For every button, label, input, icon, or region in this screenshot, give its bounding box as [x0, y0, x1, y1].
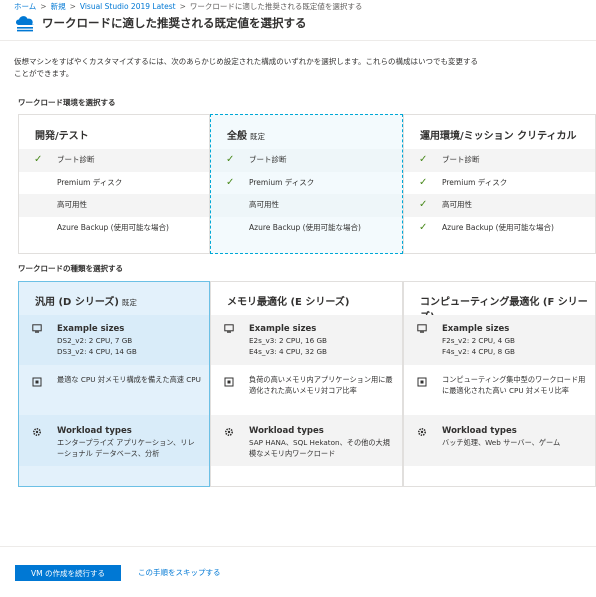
continue-create-vm-button[interactable]: VM の作成を続行する	[15, 565, 121, 581]
option-title: 開発/テスト	[35, 131, 89, 142]
sizes-heading: Example sizes	[249, 324, 317, 334]
page-description: 仮想マシンをすばやくカスタマイズするには、次のあらかじめ設定された構成のいずれか…	[14, 57, 479, 78]
breadcrumb: ホーム > 新規 > Visual Studio 2019 Latest > ワ…	[14, 0, 362, 12]
size-item: E2s_v3: 2 CPU, 16 GB	[249, 336, 327, 345]
feature-row: ✓ 高可用性	[404, 194, 595, 217]
feature-row: Azure Backup (使用可能な場合)	[57, 222, 169, 232]
types-heading: Workload types	[442, 426, 517, 436]
workload-option-general-purpose[interactable]: 汎用 (D シリーズ) 既定 Example sizes DS2_v2: 2 CP…	[18, 281, 210, 487]
option-title: メモリ最適化 (E シリーズ)	[227, 297, 350, 308]
size-item: F4s_v2: 4 CPU, 8 GB	[442, 346, 515, 356]
feature-row: ✓ ブート診断	[211, 149, 402, 172]
workload-options: 汎用 (D シリーズ) 既定 Example sizes DS2_v2: 2 CP…	[18, 281, 596, 487]
default-tag: 既定	[250, 132, 265, 141]
ratio-text: コンピューティング集中型のワークロード用に最適化された高い CPU 対メモリ比率	[442, 375, 586, 395]
page-title: ワークロードに適した推奨される既定値を選択する	[42, 16, 307, 30]
gear-icon	[417, 427, 427, 437]
size-item: E4s_v3: 4 CPU, 32 GB	[249, 346, 327, 356]
size-item: DS2_v2: 2 CPU, 7 GB	[57, 336, 133, 345]
example-sizes-block: Example sizes E2s_v3: 2 CPU, 16 GB E4s_v…	[211, 315, 402, 365]
footer-divider	[0, 546, 596, 547]
workload-option-compute-optimized[interactable]: コンピューティング最適化 (F シリーズ) Example sizes F2s_…	[403, 281, 596, 487]
types-heading: Workload types	[57, 426, 132, 436]
workload-types-block: Workload types SAP HANA、SQL Hekaton、その他の…	[211, 415, 402, 466]
gear-icon	[32, 427, 42, 437]
sizes-heading: Example sizes	[57, 324, 125, 334]
types-text: バッチ処理、Web サーバー、ゲーム	[442, 438, 561, 447]
monitor-icon	[224, 324, 234, 333]
breadcrumb-home[interactable]: ホーム	[14, 1, 36, 12]
sizes-heading: Example sizes	[442, 324, 510, 334]
gear-icon	[224, 427, 234, 437]
option-title: コンピューティング最適化 (F シリーズ)	[420, 297, 588, 323]
cloud-icon	[16, 16, 34, 32]
ratio-text: 最適な CPU 対メモリ構成を備えた高速 CPU	[57, 375, 201, 384]
checkmark-icon: ✓	[34, 154, 43, 165]
breadcrumb-separator: >	[69, 1, 76, 11]
monitor-icon	[417, 324, 427, 333]
checkmark-icon: ✓	[226, 176, 235, 188]
skip-step-link[interactable]: この手順をスキップする	[138, 565, 221, 581]
environment-section-label: ワークロード環境を選択する	[18, 98, 116, 107]
example-sizes-block: Example sizes DS2_v2: 2 CPU, 7 GB DS3_v2…	[19, 315, 209, 365]
breadcrumb-visual-studio[interactable]: Visual Studio 2019 Latest	[80, 2, 176, 11]
checkmark-icon: ✓	[419, 154, 428, 165]
monitor-icon	[32, 324, 42, 333]
ratio-block: 負荷の高いメモリ内アプリケーション用に最適化された高いメモリ対コア比率	[211, 365, 402, 415]
environment-options: 開発/テスト ✓ ブート診断 Premium ディスク 高可用性 Azure Ba…	[18, 114, 596, 254]
feature-row: 高可用性	[19, 194, 209, 217]
ratio-text: 負荷の高いメモリ内アプリケーション用に最適化された高いメモリ対コア比率	[249, 375, 393, 395]
example-sizes-block: Example sizes F2s_v2: 2 CPU, 4 GB F4s_v2…	[404, 315, 595, 365]
chip-icon	[417, 377, 427, 387]
chip-icon	[224, 377, 234, 387]
environment-option-general[interactable]: 全般 既定 ✓ ブート診断 ✓ Premium ディスク 高可用性 Azure Bac…	[210, 114, 403, 254]
breadcrumb-new[interactable]: 新規	[51, 1, 66, 12]
feature-row: ✓ ブート診断	[404, 149, 595, 172]
checkmark-icon: ✓	[419, 221, 428, 233]
environment-option-dev-test[interactable]: 開発/テスト ✓ ブート診断 Premium ディスク 高可用性 Azure Ba…	[18, 114, 210, 254]
chip-icon	[32, 377, 42, 387]
ratio-block: 最適な CPU 対メモリ構成を備えた高速 CPU	[19, 365, 209, 415]
feature-row: ✓ Premium ディスク	[211, 172, 402, 195]
feature-row: ✓ Azure Backup (使用可能な場合)	[404, 217, 595, 240]
default-tag: 既定	[121, 298, 137, 307]
breadcrumb-separator: >	[179, 1, 186, 11]
breadcrumb-current: ワークロードに適した推奨される既定値を選択する	[189, 1, 363, 11]
option-title: 運用環境/ミッション クリティカル	[420, 131, 577, 142]
feature-row: Azure Backup (使用可能な場合)	[249, 222, 361, 232]
workload-types-block: Workload types エンタープライズ アプリケーション、リレーショナル…	[19, 415, 209, 466]
page-header: ワークロードに適した推奨される既定値を選択する	[14, 14, 307, 32]
feature-row: 高可用性	[211, 194, 402, 217]
workload-option-memory-optimized[interactable]: メモリ最適化 (E シリーズ) Example sizes E2s_v3: 2 …	[210, 281, 403, 487]
types-text: SAP HANA、SQL Hekaton、その他の大規模なメモリ内ワークロード	[249, 438, 390, 458]
size-item: DS3_v2: 4 CPU, 14 GB	[57, 346, 137, 356]
size-item: F2s_v2: 2 CPU, 4 GB	[442, 336, 515, 345]
workload-types-block: Workload types バッチ処理、Web サーバー、ゲーム	[404, 415, 595, 466]
header-divider	[0, 40, 596, 41]
checkmark-icon: ✓	[226, 154, 235, 165]
breadcrumb-separator: >	[40, 1, 47, 11]
option-title: 汎用 (D シリーズ) 既定	[35, 297, 137, 308]
types-text: エンタープライズ アプリケーション、リレーショナル データベース、分析	[57, 438, 195, 458]
checkmark-icon: ✓	[419, 176, 428, 188]
feature-row: ✓ ブート診断	[19, 149, 209, 172]
feature-row: Premium ディスク	[57, 177, 123, 187]
environment-option-production[interactable]: 運用環境/ミッション クリティカル ✓ ブート診断 ✓ Premium ディスク ✓…	[403, 114, 596, 254]
checkmark-icon: ✓	[419, 199, 428, 210]
types-heading: Workload types	[249, 426, 324, 436]
workload-section-label: ワークロードの種類を選択する	[18, 264, 123, 273]
ratio-block: コンピューティング集中型のワークロード用に最適化された高い CPU 対メモリ比率	[404, 365, 595, 415]
option-title: 全般 既定	[227, 131, 265, 142]
feature-row: ✓ Premium ディスク	[404, 172, 595, 195]
